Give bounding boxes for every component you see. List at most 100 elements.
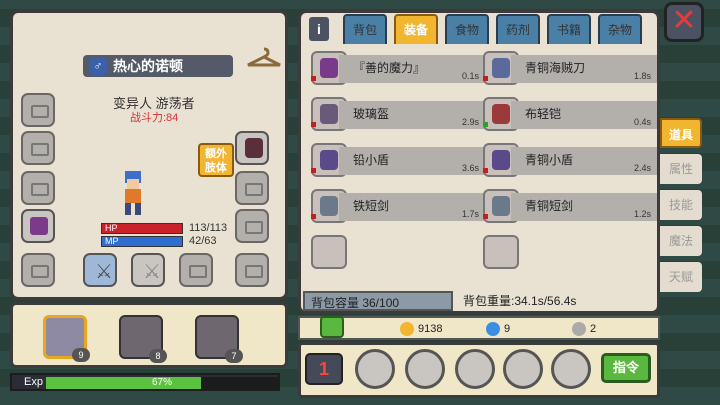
armor-icon: [30, 217, 48, 235]
side-tab-4[interactable]: 天赋: [660, 262, 702, 292]
gold-coin-icon: [400, 322, 414, 337]
hero-sprite: [125, 171, 141, 215]
combat-power: 战斗力:84: [130, 112, 179, 124]
inventory-item[interactable]: [483, 233, 655, 271]
equip-slot-empty[interactable]: [235, 209, 269, 243]
item-weight: 3.6s: [461, 163, 479, 173]
item-name: 布轻铠: [525, 107, 562, 121]
equip-slot-empty[interactable]: [21, 171, 55, 205]
command-button[interactable]: 指令: [601, 353, 651, 383]
item-name: 铁短剑: [353, 199, 390, 213]
equip-slot-empty[interactable]: [235, 171, 269, 205]
mp-bar: MP: [101, 236, 183, 247]
action-bar: 1 指令: [298, 342, 660, 398]
tab-5[interactable]: 杂物: [598, 14, 642, 44]
character-panel: ⚔ ⚔ 热心的诺顿 ♂ 变异人 游荡者 战斗力:84 额外肢体 HP MP 11…: [10, 10, 288, 300]
inventory-item[interactable]: 布轻铠 0.4s: [483, 95, 657, 133]
party-member[interactable]: 9: [43, 315, 90, 362]
item-weight: 2.4s: [633, 163, 651, 173]
level-badge: 7: [225, 349, 243, 363]
break-icon[interactable]: [355, 349, 395, 389]
party-bar: 9 8 7: [10, 302, 288, 368]
side-tab-1[interactable]: 属性: [660, 154, 702, 184]
item-name: 『善的魔力』: [353, 61, 426, 75]
equip-slot-weapon[interactable]: ⚔: [83, 253, 117, 287]
extra-limb-button[interactable]: 额外肢体: [198, 143, 234, 177]
equip-slot-empty[interactable]: [235, 253, 269, 287]
equip-slot-offhand[interactable]: ⚔: [131, 253, 165, 287]
item-weight: 1.2s: [633, 209, 651, 219]
equip-slot-armor[interactable]: [21, 209, 55, 243]
silver-count: 2: [572, 321, 596, 337]
swap-icon[interactable]: [503, 349, 543, 389]
book-icon[interactable]: [551, 349, 591, 389]
equip-slot-glove[interactable]: [235, 131, 269, 165]
exp-bar: Exp 67%: [10, 373, 280, 391]
item-weight: 0.1s: [461, 71, 479, 81]
tab-2[interactable]: 食物: [445, 14, 489, 44]
item-label: 青铜小盾 2.4s: [511, 147, 657, 175]
item-label: 『善的魔力』 0.1s: [339, 55, 485, 83]
gem-count: 9: [486, 321, 510, 337]
item-name: 青铜海贼刀: [525, 61, 586, 75]
mp-value: 42/63: [189, 235, 217, 247]
item-label: 铁短剑 1.7s: [339, 193, 485, 221]
item-name: 青铜短剑: [525, 199, 574, 213]
inventory-item[interactable]: 铅小盾 3.6s: [311, 141, 485, 179]
item-name: 青铜小盾: [525, 153, 574, 167]
inventory-item[interactable]: [311, 233, 483, 271]
side-tab-0[interactable]: 道具: [660, 118, 702, 148]
equip-slot-empty[interactable]: [21, 253, 55, 287]
item-weight: 1.7s: [461, 209, 479, 219]
inventory-item[interactable]: 铁短剑 1.7s: [311, 187, 485, 225]
hanger-icon[interactable]: [245, 47, 283, 69]
party-member[interactable]: 7: [195, 315, 243, 363]
hp-bar: HP: [101, 223, 183, 234]
inspect-icon[interactable]: [405, 349, 445, 389]
sword-icon: ⚔: [95, 261, 113, 283]
inventory-item[interactable]: 『善的魔力』 0.1s: [311, 49, 485, 87]
bag-weight: 背包重量:34.1s/56.4s: [457, 291, 653, 311]
equip-slot-empty[interactable]: [21, 93, 55, 127]
side-tab-2[interactable]: 技能: [660, 190, 702, 220]
item-label: 铅小盾 3.6s: [339, 147, 485, 175]
tab-3[interactable]: 药剂: [496, 14, 540, 44]
item-label: 玻璃盔 2.9s: [339, 101, 485, 129]
item-label: 布轻铠 0.4s: [511, 101, 657, 129]
tab-4[interactable]: 书籍: [547, 14, 591, 44]
item-weight: 0.4s: [633, 117, 651, 127]
level-badge: 8: [149, 349, 167, 363]
download-arrow-icon[interactable]: [320, 316, 344, 338]
silver-coin-icon: [572, 322, 586, 337]
item-name: 铅小盾: [353, 153, 390, 167]
item-icon: [311, 235, 347, 269]
tab-0[interactable]: 背包: [343, 14, 387, 44]
equip-slot-empty[interactable]: [21, 131, 55, 165]
hp-value: 113/113: [189, 222, 228, 234]
inventory-item[interactable]: 玻璃盔 2.9s: [311, 95, 485, 133]
item-weight: 2.9s: [461, 117, 479, 127]
party-member[interactable]: 8: [119, 315, 167, 363]
sword-icon: ⚔: [143, 261, 161, 283]
item-label: 青铜海贼刀 1.8s: [511, 55, 657, 83]
inventory-item[interactable]: 青铜海贼刀 1.8s: [483, 49, 657, 87]
currency-bar: 9138 9 2: [298, 316, 660, 340]
tab-1[interactable]: 装备: [394, 14, 438, 44]
side-tab-3[interactable]: 魔法: [660, 226, 702, 256]
page-number-button[interactable]: 1: [305, 353, 343, 385]
inventory-item[interactable]: 青铜小盾 2.4s: [483, 141, 657, 179]
item-weight: 1.8s: [633, 71, 651, 81]
exp-percent: 67%: [151, 377, 172, 388]
close-button[interactable]: ✕: [664, 2, 704, 42]
equip-slot-empty[interactable]: [179, 253, 213, 287]
gender-icon: ♂: [89, 57, 107, 75]
gold-count: 9138: [400, 321, 442, 337]
search-icon[interactable]: [455, 349, 495, 389]
exp-label: Exp: [24, 376, 43, 388]
gem-icon: [486, 322, 500, 337]
inventory-panel: i 背包 装备 食物 药剂 书籍 杂物 『善的魔力』 0.1s 青铜海贼刀 1.8s 玻璃盔 2.9…: [298, 10, 660, 314]
level-badge: 9: [72, 348, 90, 362]
inventory-item[interactable]: 青铜短剑 1.2s: [483, 187, 657, 225]
info-button[interactable]: i: [309, 17, 329, 41]
item-icon: [483, 235, 519, 269]
